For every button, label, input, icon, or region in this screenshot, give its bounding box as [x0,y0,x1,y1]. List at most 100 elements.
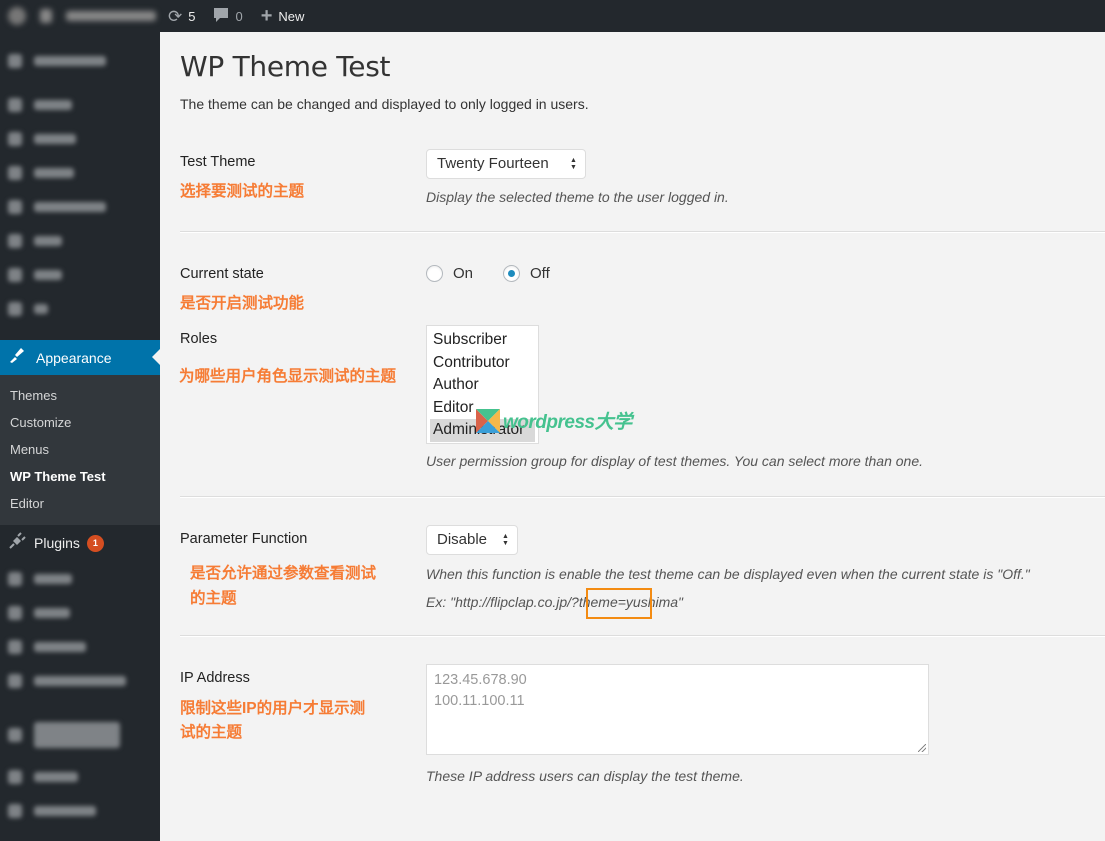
updates-count: 5 [188,8,196,24]
roles-help: User permission group for display of tes… [426,453,923,469]
submenu-wp-theme-test[interactable]: WP Theme Test [0,463,160,490]
sidebar-item-wp-ulike[interactable] [0,794,160,828]
media-icon [8,132,22,146]
comments-count: 0 [235,8,243,24]
section-divider [180,635,1105,637]
custom-fields-icon [8,674,22,688]
ulike-icon [8,804,22,818]
pin-icon [8,302,22,316]
ip-placeholder-line1: 123.45.678.90 [434,672,527,688]
new-content-link[interactable]: + New [261,6,305,26]
sidebar-item-comments[interactable] [0,190,160,224]
comment-icon [213,7,229,26]
test-theme-label: Test Theme [180,154,256,170]
state-on-label[interactable]: On [453,265,473,282]
ip-address-help: These IP address users can display the t… [426,768,744,784]
role-option-author[interactable]: Author [430,374,535,397]
page-title: WP Theme Test [180,50,391,83]
current-menu-arrow [152,349,160,365]
sidebar-item-7[interactable] [0,258,160,292]
sidebar-item-tools[interactable] [0,596,160,630]
admin-sidebar: Appearance Themes Customize Menus WP The… [0,32,160,841]
parameter-function-annotation-line2: 的主题 [190,590,237,607]
ip-address-annotation-line2: 试的主题 [180,724,243,741]
sidebar-item-media[interactable] [0,122,160,156]
plus-icon: + [260,5,273,27]
watermark-text: wordpress大学 [503,412,632,433]
admin-bar: ⟳ 5 0 + New [0,0,1105,32]
site-name [66,11,156,21]
pin-icon [8,268,22,282]
parameter-function-help: When this function is enable the test th… [426,566,1030,582]
radio-checked-dot [508,270,516,277]
comments-link[interactable]: 0 [213,7,243,26]
home-icon [40,9,52,23]
sidebar-item-6[interactable] [0,224,160,258]
roles-label: Roles [180,331,218,347]
pin-icon [8,98,22,112]
example-highlight-box [586,588,652,619]
sidebar-item-users[interactable] [0,562,160,596]
current-state-radio-group: On Off [426,265,580,282]
test-theme-help: Display the selected theme to the user l… [426,189,729,205]
parameter-function-selected: Disable [437,531,488,548]
test-theme-annotation: 选择要测试的主题 [180,183,305,200]
plugins-label: Plugins [34,535,80,551]
ip-address-textarea[interactable]: 123.45.678.90 100.11.100.11 [426,664,929,755]
parameter-function-label: Parameter Function [180,531,308,547]
users-icon [8,572,22,586]
tools-icon [8,606,22,620]
page-icon [8,166,22,180]
select-arrows-icon: ▲ ▼ [502,533,509,547]
sidebar-item-settings[interactable] [0,630,160,664]
submenu-menus[interactable]: Menus [0,436,160,463]
resize-handle-icon[interactable] [918,744,926,752]
state-off-label[interactable]: Off [530,265,550,282]
sidebar-item-cpt-ui[interactable] [0,760,160,794]
roles-annotation: 为哪些用户角色显示测试的主题 [179,368,397,385]
pin-icon [8,234,22,248]
role-option-subscriber[interactable]: Subscriber [430,329,535,352]
dashboard-icon [8,54,22,68]
sidebar-item-dashboard[interactable] [0,44,160,78]
ip-address-annotation-line1: 限制这些IP的用户才显示测 [180,700,366,717]
sidebar-item-posts[interactable] [0,88,160,122]
wpdaxue-logo-icon [476,408,500,433]
submenu-customize[interactable]: Customize [0,409,160,436]
ip-placeholder-line2: 100.11.100.11 [434,693,525,709]
test-theme-select[interactable]: Twenty Fourteen ▲ ▼ [426,149,586,179]
comment-icon [8,200,22,214]
submenu-editor[interactable]: Editor [0,490,160,517]
settings-icon [8,640,22,654]
plugin-icon [8,531,28,555]
state-on-radio[interactable] [426,265,443,282]
watermark: wordpress大学 [476,407,632,434]
role-option-contributor[interactable]: Contributor [430,352,535,375]
paintbrush-icon [8,346,28,369]
appearance-submenu: Themes Customize Menus WP Theme Test Edi… [0,375,160,525]
updates-link[interactable]: ⟳ 5 [168,8,195,25]
appearance-label: Appearance [36,349,112,366]
site-name-blurred[interactable] [0,7,168,25]
select-arrows-icon: ▲ ▼ [570,157,577,171]
parameter-function-select[interactable]: Disable ▲ ▼ [426,525,518,555]
section-divider [180,496,1105,498]
sidebar-item-wp-admin-ui-customize[interactable] [0,710,160,760]
sidebar-item-appearance[interactable]: Appearance [0,340,160,375]
plugins-update-badge: 1 [86,534,104,552]
wordpress-logo-icon [8,7,26,25]
section-divider [180,231,1105,233]
parameter-function-annotation-line1: 是否允许通过参数查看测试 [190,565,377,582]
sidebar-menu-top-blurred [0,44,160,326]
test-theme-selected: Twenty Fourteen [437,155,549,172]
sidebar-item-custom-fields[interactable] [0,664,160,698]
sidebar-item-plugins[interactable]: Plugins 1 [0,525,160,561]
cpt-icon [8,770,22,784]
sidebar-item-pages[interactable] [0,156,160,190]
sidebar-item-8[interactable] [0,292,160,326]
sidebar-menu-bottom-blurred [0,562,160,828]
refresh-icon: ⟳ [168,6,183,26]
state-off-radio[interactable] [503,265,521,282]
submenu-themes[interactable]: Themes [0,382,160,409]
current-state-label: Current state [180,266,264,282]
